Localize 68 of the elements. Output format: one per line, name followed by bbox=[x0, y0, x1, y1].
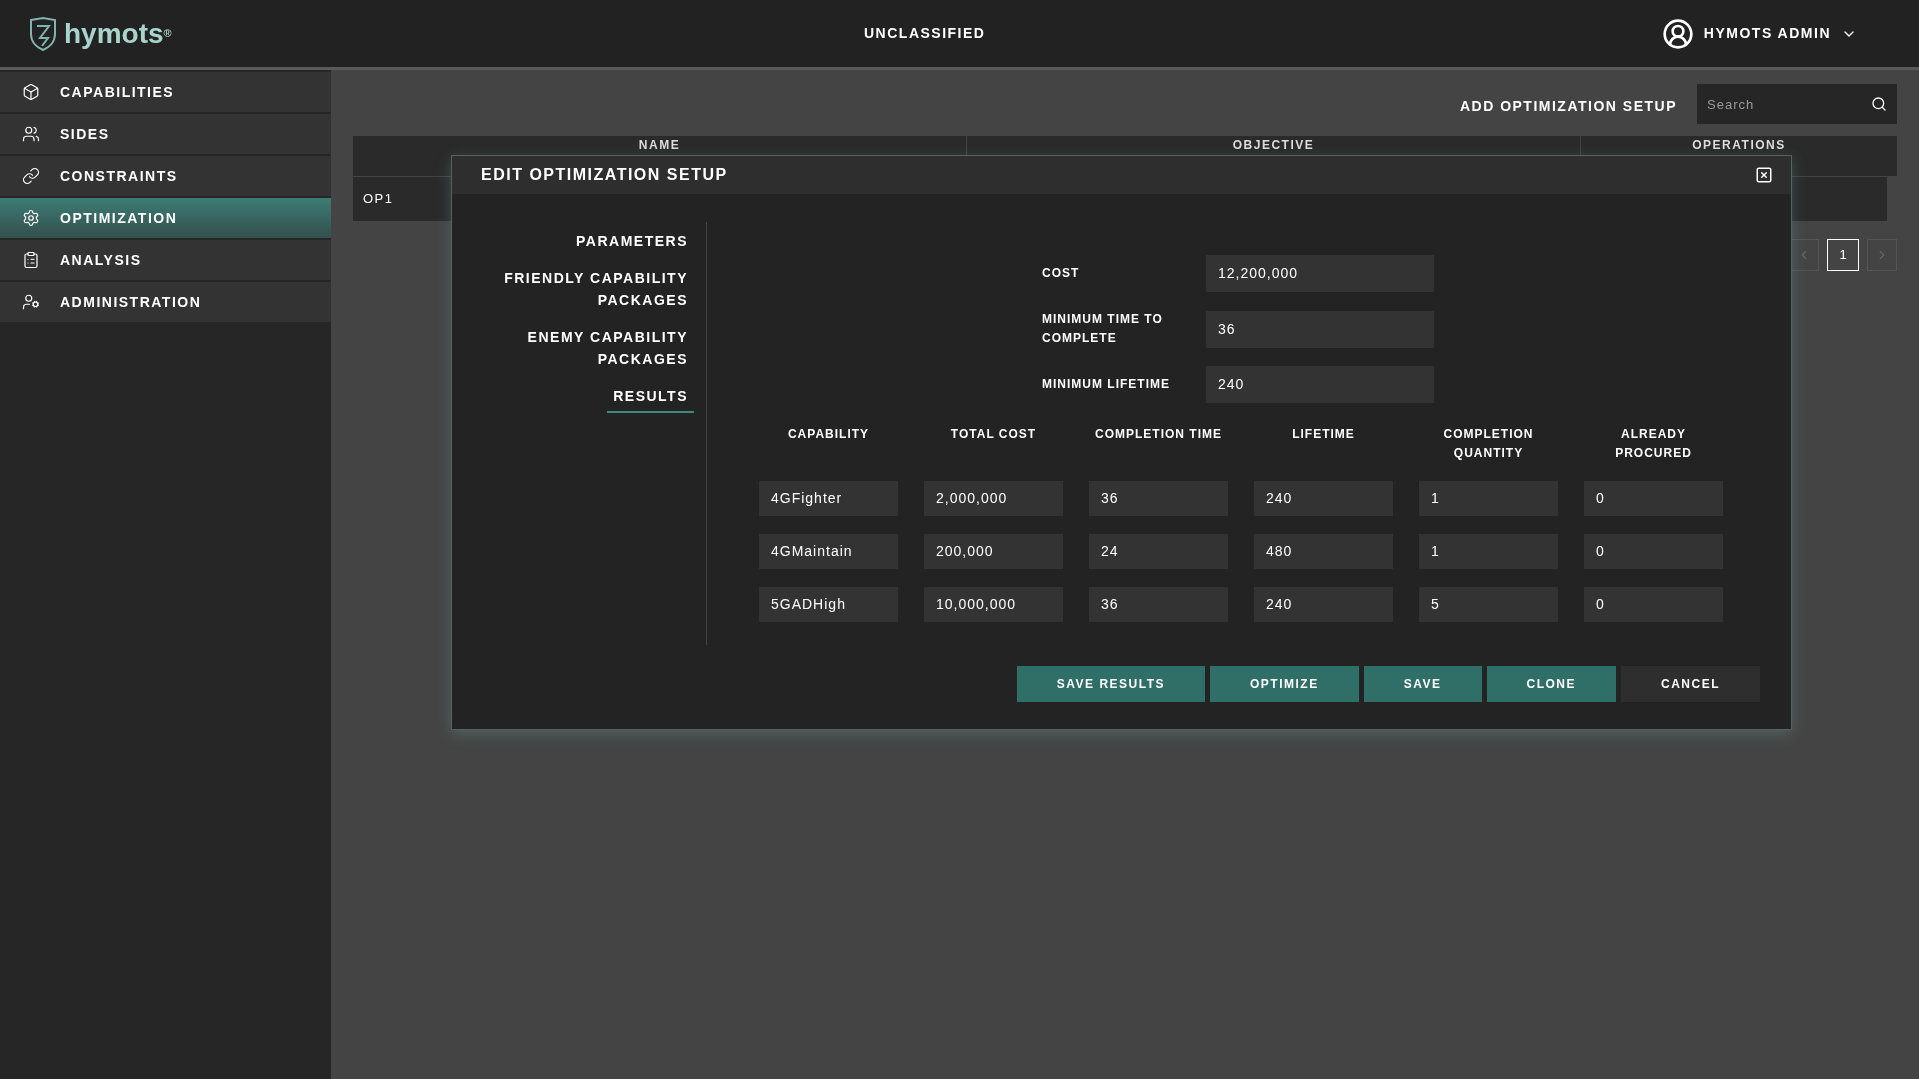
sidebar-item[interactable]: CAPABILITIES bbox=[0, 72, 331, 112]
user-menu[interactable]: HYMOTS ADMIN bbox=[1661, 17, 1857, 50]
column-header: CAPABILITY bbox=[786, 426, 871, 443]
shield-logo-icon bbox=[28, 15, 58, 52]
dialog-button[interactable]: CLONE bbox=[1486, 666, 1616, 702]
user-avatar-icon bbox=[1661, 17, 1694, 50]
result-field[interactable]: 0 bbox=[1584, 534, 1723, 569]
result-field[interactable]: 0 bbox=[1584, 587, 1723, 622]
cube-icon bbox=[22, 83, 40, 101]
dialog-nav-tab[interactable]: ENEMY CAPABILITY PACKAGES bbox=[498, 326, 688, 370]
dialog-nav-tab[interactable]: PARAMETERS bbox=[498, 230, 688, 252]
result-field[interactable]: 1 bbox=[1419, 481, 1558, 516]
result-field[interactable]: 36 bbox=[1089, 587, 1228, 622]
result-field[interactable]: 1 bbox=[1419, 534, 1558, 569]
result-field[interactable]: 5 bbox=[1419, 587, 1558, 622]
table-cell-text: OP1 bbox=[362, 190, 394, 209]
column-header: LIFETIME bbox=[1291, 426, 1356, 443]
parameter-field[interactable]: 12,200,000 bbox=[1206, 255, 1434, 292]
result-field[interactable]: 24 bbox=[1089, 534, 1228, 569]
next-page-button[interactable] bbox=[1867, 239, 1897, 271]
dialog-button[interactable]: OPTIMIZE bbox=[1210, 666, 1359, 702]
result-field[interactable]: 200,000 bbox=[924, 534, 1063, 569]
page-button[interactable]: 1 bbox=[1827, 239, 1859, 271]
dialog-button[interactable]: SAVE RESULTS bbox=[1016, 666, 1206, 702]
column-header: OBJECTIVE bbox=[1232, 138, 1315, 152]
result-field[interactable]: 10,000,000 bbox=[924, 587, 1063, 622]
close-button[interactable] bbox=[1755, 166, 1773, 184]
column-header: COMPLETION TIME bbox=[1094, 426, 1223, 443]
sidebar-item[interactable]: ADMINISTRATION bbox=[0, 282, 331, 322]
column-header: OPERATIONS bbox=[1692, 138, 1786, 152]
brand-logo-text: hymots$^{®}$ bbox=[64, 16, 172, 51]
column-header: COMPLETION QUANTITY bbox=[1442, 426, 1535, 462]
dialog-nav-tab[interactable]: FRIENDLY CAPABILITY PACKAGES bbox=[498, 267, 688, 311]
sidebar-item[interactable]: OPTIMIZATION bbox=[0, 198, 331, 238]
dialog-button[interactable]: CANCEL bbox=[1621, 666, 1760, 702]
users-icon bbox=[22, 125, 40, 143]
result-field[interactable]: 240 bbox=[1254, 587, 1393, 622]
parameter-field[interactable]: 36 bbox=[1206, 310, 1434, 348]
user-gear-icon bbox=[22, 293, 40, 311]
add-setup-button[interactable]: ADD OPTIMIZATION SETUP bbox=[1459, 95, 1677, 117]
column-header: TOTAL COST bbox=[949, 426, 1038, 443]
dialog-nav-tab[interactable]: RESULTS bbox=[607, 385, 694, 413]
parameter-label: COST bbox=[1042, 265, 1081, 282]
result-field[interactable]: 4GFighter bbox=[759, 481, 898, 516]
search-field[interactable]: Search bbox=[1697, 84, 1897, 124]
result-field[interactable]: 2,000,000 bbox=[924, 481, 1063, 516]
result-field[interactable]: 5GADHigh bbox=[759, 587, 898, 622]
sidebar-item[interactable]: ANALYSIS bbox=[0, 240, 331, 280]
link-icon bbox=[22, 167, 40, 185]
result-field[interactable]: 0 bbox=[1584, 481, 1723, 516]
column-header: ALREADY PROCURED bbox=[1614, 426, 1693, 462]
column-header: NAME bbox=[638, 138, 681, 152]
classification-label: UNCLASSIFIED bbox=[864, 24, 986, 43]
close-icon bbox=[1755, 166, 1773, 184]
result-field[interactable]: 480 bbox=[1254, 534, 1393, 569]
clipboard-icon bbox=[22, 251, 40, 269]
gear-icon bbox=[22, 209, 40, 227]
parameter-label: MINIMUM TIME TO COMPLETE bbox=[1042, 311, 1164, 347]
parameter-label: MINIMUM LIFETIME bbox=[1042, 376, 1171, 393]
parameter-field[interactable]: 240 bbox=[1206, 366, 1434, 403]
dialog-title: EDIT OPTIMIZATION SETUP bbox=[481, 165, 728, 185]
sidebar-item[interactable]: SIDES bbox=[0, 114, 331, 154]
result-field[interactable]: 4GMaintain bbox=[759, 534, 898, 569]
result-field[interactable]: 36 bbox=[1089, 481, 1228, 516]
dialog-button[interactable]: SAVE bbox=[1363, 666, 1482, 702]
search-icon bbox=[1871, 96, 1887, 112]
sidebar-item[interactable]: CONSTRAINTS bbox=[0, 156, 331, 196]
result-field[interactable]: 240 bbox=[1254, 481, 1393, 516]
